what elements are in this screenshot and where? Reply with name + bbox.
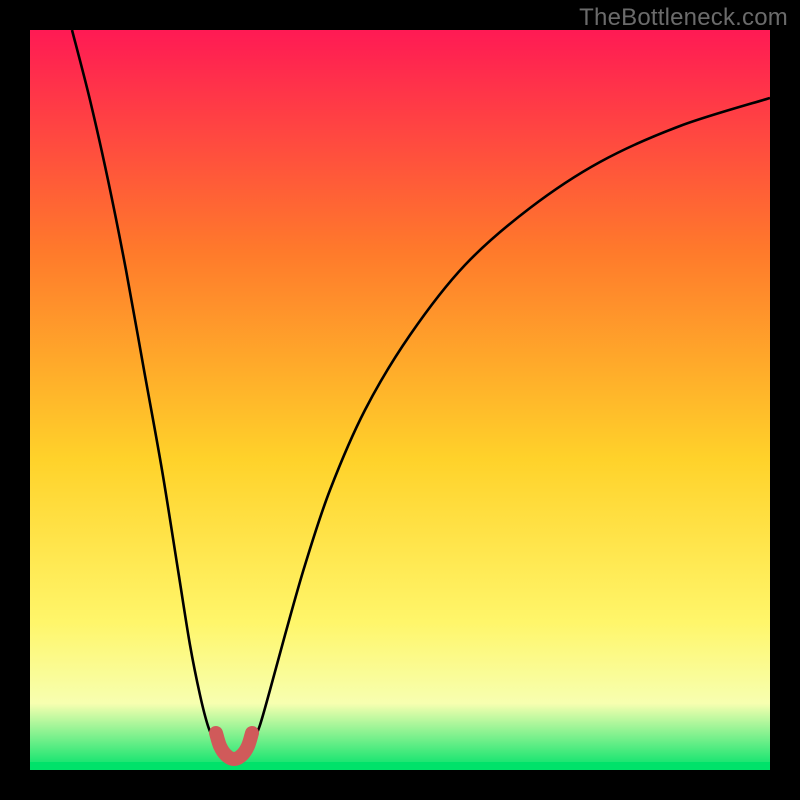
- watermark-text: TheBottleneck.com: [579, 4, 788, 32]
- gradient-background: [30, 30, 770, 770]
- chart-svg: [30, 30, 770, 770]
- outer-frame: TheBottleneck.com: [0, 0, 800, 800]
- plot-area: [30, 30, 770, 770]
